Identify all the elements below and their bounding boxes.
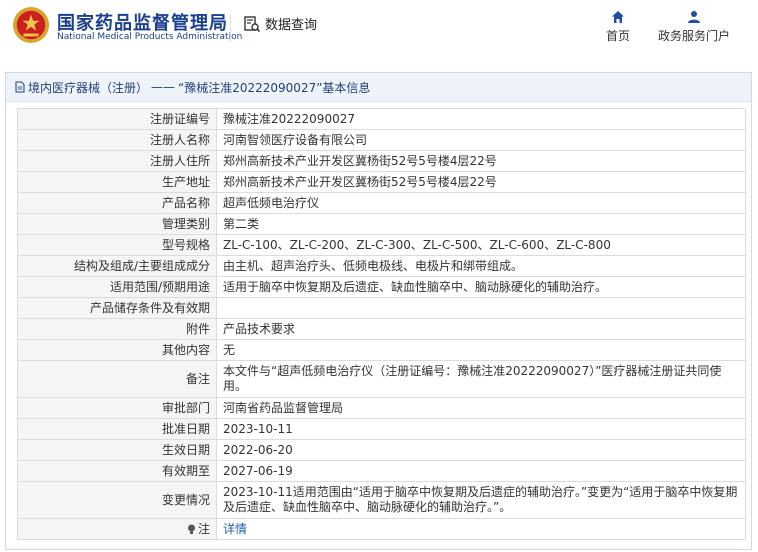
table-row: 生效日期 2022-06-20 [17, 439, 746, 461]
data-query-link[interactable]: 数据查询 [243, 14, 317, 33]
table-row: 管理类别 第二类 [17, 213, 746, 235]
table-row: 备注 本文件与“超声低频电治疗仪（注册证编号：豫械注准20222090027）”医… [17, 360, 746, 398]
field-value: 郑州高新技术产业开发区冀杨街52号5号楼4层22号 [216, 150, 746, 172]
table-row: 审批部门 河南省药品监督管理局 [17, 397, 746, 419]
field-value: 郑州高新技术产业开发区冀杨街52号5号楼4层22号 [216, 171, 746, 193]
table-row: 变更情况 2023-10-11适用范围由“适用于脑卒中恢复期及后遗症的辅助治疗。”… [17, 481, 746, 519]
field-label: 结构及组成/主要组成成分 [17, 255, 217, 277]
emblem-logo [12, 6, 50, 44]
table-row: 有效期至 2027-06-19 [17, 460, 746, 482]
header-divider [230, 14, 231, 42]
field-label: 产品储存条件及有效期 [17, 297, 217, 319]
user-icon [688, 11, 700, 23]
note-row: 注 详情 [17, 518, 746, 540]
field-value: 2023-10-11 [216, 418, 746, 440]
field-value: 超声低频电治疗仪 [216, 192, 746, 214]
field-label: 适用范围/预期用途 [17, 276, 217, 298]
field-label: 其他内容 [17, 339, 217, 361]
note-value: 详情 [216, 518, 746, 540]
field-value: 河南智领医疗设备有限公司 [216, 129, 746, 151]
field-value: ZL-C-100、ZL-C-200、ZL-C-300、ZL-C-500、ZL-C… [216, 234, 746, 256]
field-label: 审批部门 [17, 397, 217, 419]
field-value: 河南省药品监督管理局 [216, 397, 746, 419]
table-row: 注册人住所 郑州高新技术产业开发区冀杨街52号5号楼4层22号 [17, 150, 746, 172]
field-label: 批准日期 [17, 418, 217, 440]
note-key-label: 注 [197, 522, 210, 536]
lightbulb-icon [187, 524, 195, 534]
breadcrumb-separator: —— [151, 80, 176, 94]
field-label: 注册证编号 [17, 108, 217, 130]
detail-panel: 境内医疗器械（注册） —— “豫械注准20222090027”基本信息 注册证编… [5, 72, 752, 550]
field-label: 生产地址 [17, 171, 217, 193]
nav-home[interactable]: 首页 [606, 10, 630, 44]
field-value: 本文件与“超声低频电治疗仪（注册证编号：豫械注准20222090027）”医疗器… [216, 360, 746, 398]
breadcrumb: 境内医疗器械（注册） —— “豫械注准20222090027”基本信息 [6, 73, 751, 102]
field-value: 2023-10-11适用范围由“适用于脑卒中恢复期及后遗症的辅助治疗。”变更为“… [216, 481, 746, 519]
field-label: 产品名称 [17, 192, 217, 214]
field-label: 有效期至 [17, 460, 217, 482]
table-row: 批准日期 2023-10-11 [17, 418, 746, 440]
info-table: 注册证编号 豫械注准20222090027 注册人名称 河南智领医疗设备有限公司 注册人… [17, 108, 746, 540]
field-label: 注册人名称 [17, 129, 217, 151]
table-row: 产品名称 超声低频电治疗仪 [17, 192, 746, 214]
field-label: 附件 [17, 318, 217, 340]
details-link[interactable]: 详情 [223, 522, 247, 536]
nav-gov-label: 政务服务门户 [658, 29, 731, 43]
table-row: 生产地址 郑州高新技术产业开发区冀杨街52号5号楼4层22号 [17, 171, 746, 193]
field-value: 产品技术要求 [216, 318, 746, 340]
table-row: 注册证编号 豫械注准20222090027 [17, 108, 746, 130]
field-label: 型号规格 [17, 234, 217, 256]
site-header: 国家药品监督管理局 National Medical Products Admi… [0, 0, 758, 62]
table-row: 结构及组成/主要组成成分 由主机、超声治疗头、低频电极线、电极片和绑带组成。 [17, 255, 746, 277]
field-value: 第二类 [216, 213, 746, 235]
table-row: 适用范围/预期用途 适用于脑卒中恢复期及后遗症、缺血性脑卒中、脑动脉硬化的辅助治疗… [17, 276, 746, 298]
table-row: 其他内容无 [17, 339, 746, 361]
field-label: 备注 [17, 360, 217, 398]
nav-home-label: 首页 [606, 29, 631, 43]
field-value: 由主机、超声治疗头、低频电极线、电极片和绑带组成。 [216, 255, 746, 277]
table-row: 附件 产品技术要求 [17, 318, 746, 340]
table-row: 注册人名称 河南智领医疗设备有限公司 [17, 129, 746, 151]
field-value: 无 [216, 339, 746, 361]
field-value: 2022-06-20 [216, 439, 746, 461]
data-query-icon [244, 15, 261, 32]
field-label: 变更情况 [17, 481, 217, 519]
field-label: 生效日期 [17, 439, 217, 461]
table-row: 型号规格 ZL-C-100、ZL-C-200、ZL-C-300、ZL-C-500、… [17, 234, 746, 256]
nav-gov-services[interactable]: 政务服务门户 [658, 10, 730, 44]
home-icon [612, 11, 624, 23]
note-key: 注 [17, 518, 217, 540]
field-value: 豫械注准20222090027 [216, 108, 746, 130]
field-label: 注册人住所 [17, 150, 217, 172]
breadcrumb-category[interactable]: 境内医疗器械（注册） [28, 79, 148, 96]
data-query-label: 数据查询 [265, 18, 318, 33]
field-label: 管理类别 [17, 213, 217, 235]
field-value: 2027-06-19 [216, 460, 746, 482]
brand-subtitle: National Medical Products Administration [57, 32, 243, 42]
field-value [216, 297, 746, 319]
breadcrumb-current: “豫械注准20222090027”基本信息 [178, 80, 371, 95]
document-icon [15, 81, 25, 93]
field-value: 适用于脑卒中恢复期及后遗症、缺血性脑卒中、脑动脉硬化的辅助治疗。 [216, 276, 746, 298]
table-row: 产品储存条件及有效期 [17, 297, 746, 319]
